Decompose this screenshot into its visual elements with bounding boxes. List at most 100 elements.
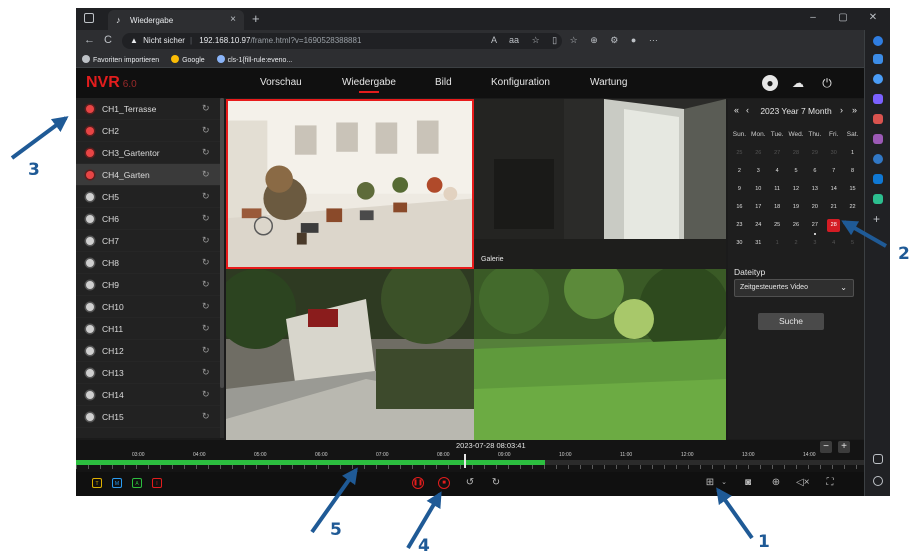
timeline[interactable]: 2023-07-28 08:03:41 03:00 04:00 05:00 06:00… bbox=[76, 440, 864, 472]
calendar-day[interactable]: 2 bbox=[730, 164, 749, 182]
new-tab-button[interactable]: + bbox=[252, 11, 260, 26]
channel-playback-icon[interactable]: ↻ bbox=[202, 301, 210, 312]
timeline-cursor[interactable] bbox=[464, 454, 466, 468]
calendar-day[interactable]: 6 bbox=[805, 164, 824, 182]
more-menu-icon[interactable]: ··· bbox=[649, 35, 658, 45]
sidebar-layout-icon[interactable] bbox=[873, 454, 883, 464]
channel-item[interactable]: CH9 ↻ bbox=[76, 274, 224, 296]
channel-playback-icon[interactable]: ↻ bbox=[202, 367, 210, 378]
m365-icon[interactable] bbox=[873, 154, 883, 164]
settings-gear-icon[interactable] bbox=[873, 476, 883, 486]
calendar-day[interactable]: 19 bbox=[787, 200, 806, 218]
forward-icon[interactable]: ↻ bbox=[490, 477, 502, 489]
channel-item[interactable]: CH7 ↻ bbox=[76, 230, 224, 252]
bell-icon[interactable] bbox=[873, 54, 883, 64]
drop-icon[interactable] bbox=[873, 194, 883, 204]
channel-item[interactable]: CH4_Garten ↻ bbox=[76, 164, 224, 186]
cloud-icon[interactable]: ☁ bbox=[790, 75, 806, 91]
nav-wartung[interactable]: Wartung bbox=[590, 77, 627, 88]
calendar-day[interactable]: 5 bbox=[843, 236, 862, 254]
calendar-day[interactable]: 25 bbox=[730, 146, 749, 164]
channel-playback-icon[interactable]: ↻ bbox=[202, 345, 210, 356]
channel-item[interactable]: CH1_Terrasse ↻ bbox=[76, 98, 224, 120]
intelligent-record-icon[interactable]: I bbox=[152, 478, 162, 488]
search-icon[interactable] bbox=[873, 74, 883, 84]
calendar-day[interactable]: 1 bbox=[768, 236, 787, 254]
search-button[interactable]: Suche bbox=[758, 313, 824, 330]
camera-view-3[interactable] bbox=[226, 269, 474, 441]
calendar-day[interactable]: 20 bbox=[805, 200, 824, 218]
camera-view-1[interactable] bbox=[226, 99, 474, 269]
layout-grid-icon[interactable]: ⊞ bbox=[704, 477, 716, 489]
favorite-star-icon[interactable]: ☆ bbox=[532, 35, 540, 45]
games-icon[interactable] bbox=[873, 134, 883, 144]
channel-playback-icon[interactable]: ↻ bbox=[202, 389, 210, 400]
channel-playback-icon[interactable]: ↻ bbox=[202, 323, 210, 334]
nav-konfiguration[interactable]: Konfiguration bbox=[491, 77, 550, 88]
calendar-day[interactable]: 10 bbox=[749, 182, 768, 200]
profile-icon[interactable]: ● bbox=[631, 35, 636, 45]
channel-playback-icon[interactable]: ↻ bbox=[202, 257, 210, 268]
browser-tab[interactable]: ♪ Wiedergabe × bbox=[108, 10, 244, 30]
calendar-day[interactable]: 24 bbox=[749, 218, 768, 236]
nav-vorschau[interactable]: Vorschau bbox=[260, 77, 302, 88]
channel-playback-icon[interactable]: ↻ bbox=[202, 169, 210, 180]
calendar-day[interactable]: 1 bbox=[843, 146, 862, 164]
nav-bild[interactable]: Bild bbox=[435, 77, 452, 88]
channel-playback-icon[interactable]: ↻ bbox=[202, 191, 210, 202]
channel-item[interactable]: CH8 ↻ bbox=[76, 252, 224, 274]
calendar-day[interactable]: 16 bbox=[730, 200, 749, 218]
tab-actions-icon[interactable] bbox=[84, 13, 94, 23]
close-window-button[interactable]: ✕ bbox=[858, 12, 888, 23]
calendar-day[interactable]: 22 bbox=[843, 200, 862, 218]
calendar-day[interactable]: 23 bbox=[730, 218, 749, 236]
fullscreen-icon[interactable]: ⛶ bbox=[824, 477, 836, 489]
snapshot-icon[interactable]: ◙ bbox=[742, 477, 754, 489]
collections-icon[interactable]: ⊕ bbox=[590, 35, 598, 45]
calendar-day[interactable]: 27 bbox=[805, 218, 824, 236]
channel-item[interactable]: CH3_Gartentor ↻ bbox=[76, 142, 224, 164]
tab-close-icon[interactable]: × bbox=[230, 14, 236, 25]
next-year-button[interactable]: » bbox=[852, 105, 857, 115]
channel-item[interactable]: CH14 ↻ bbox=[76, 384, 224, 406]
calendar-day[interactable]: 27 bbox=[768, 146, 787, 164]
calendar-day[interactable]: 8 bbox=[843, 164, 862, 182]
file-type-select[interactable]: Zeitgesteuertes Video ⌄ bbox=[734, 279, 854, 297]
power-icon[interactable]: ⏻ bbox=[819, 75, 835, 91]
calendar-day[interactable]: 29 bbox=[843, 218, 862, 236]
calendar-day[interactable]: 5 bbox=[787, 164, 806, 182]
calendar-day[interactable]: 9 bbox=[730, 182, 749, 200]
channel-playback-icon[interactable]: ↻ bbox=[202, 279, 210, 290]
calendar-day[interactable]: 11 bbox=[768, 182, 787, 200]
calendar-day[interactable]: 4 bbox=[768, 164, 787, 182]
calendar-day-selected[interactable]: 28 bbox=[824, 218, 843, 236]
camera-view-4[interactable] bbox=[474, 269, 726, 441]
channel-playback-icon[interactable]: ↻ bbox=[202, 125, 210, 136]
calendar-day[interactable]: 3 bbox=[749, 164, 768, 182]
calendar-day[interactable]: 30 bbox=[824, 146, 843, 164]
channel-item[interactable]: CH6 ↻ bbox=[76, 208, 224, 230]
channel-item[interactable]: CH2 ↻ bbox=[76, 120, 224, 142]
next-month-button[interactable]: › bbox=[840, 105, 843, 115]
calendar-day[interactable]: 15 bbox=[843, 182, 862, 200]
calendar-day[interactable]: 7 bbox=[824, 164, 843, 182]
pause-icon[interactable]: ❚❚ bbox=[412, 477, 424, 489]
channel-item[interactable]: CH10 ↻ bbox=[76, 296, 224, 318]
calendar-day[interactable]: 14 bbox=[824, 182, 843, 200]
text-size-icon[interactable]: aa bbox=[509, 35, 519, 45]
browser-toolbar-icons[interactable]: A aa ☆ ▯ ☆ ⊕ ⚙ ● ··· bbox=[491, 35, 658, 46]
calendar-day[interactable]: 26 bbox=[749, 146, 768, 164]
tag-icon[interactable] bbox=[873, 94, 883, 104]
alarm-record-icon[interactable]: A bbox=[132, 478, 142, 488]
read-aloud-icon[interactable]: A bbox=[491, 35, 497, 45]
favorites-icon[interactable]: ☆ bbox=[570, 35, 578, 45]
calendar-day[interactable]: 29 bbox=[805, 146, 824, 164]
calendar-day[interactable]: 17 bbox=[749, 200, 768, 218]
mute-icon[interactable]: ◁× bbox=[796, 477, 810, 489]
channel-item[interactable]: CH5 ↻ bbox=[76, 186, 224, 208]
digital-zoom-icon[interactable]: ⊕ bbox=[770, 477, 782, 489]
stop-icon[interactable]: ■ bbox=[438, 477, 450, 489]
zoom-in-button[interactable]: + bbox=[838, 441, 850, 453]
calendar-day[interactable]: 30 bbox=[730, 236, 749, 254]
motion-record-icon[interactable]: M bbox=[112, 478, 122, 488]
